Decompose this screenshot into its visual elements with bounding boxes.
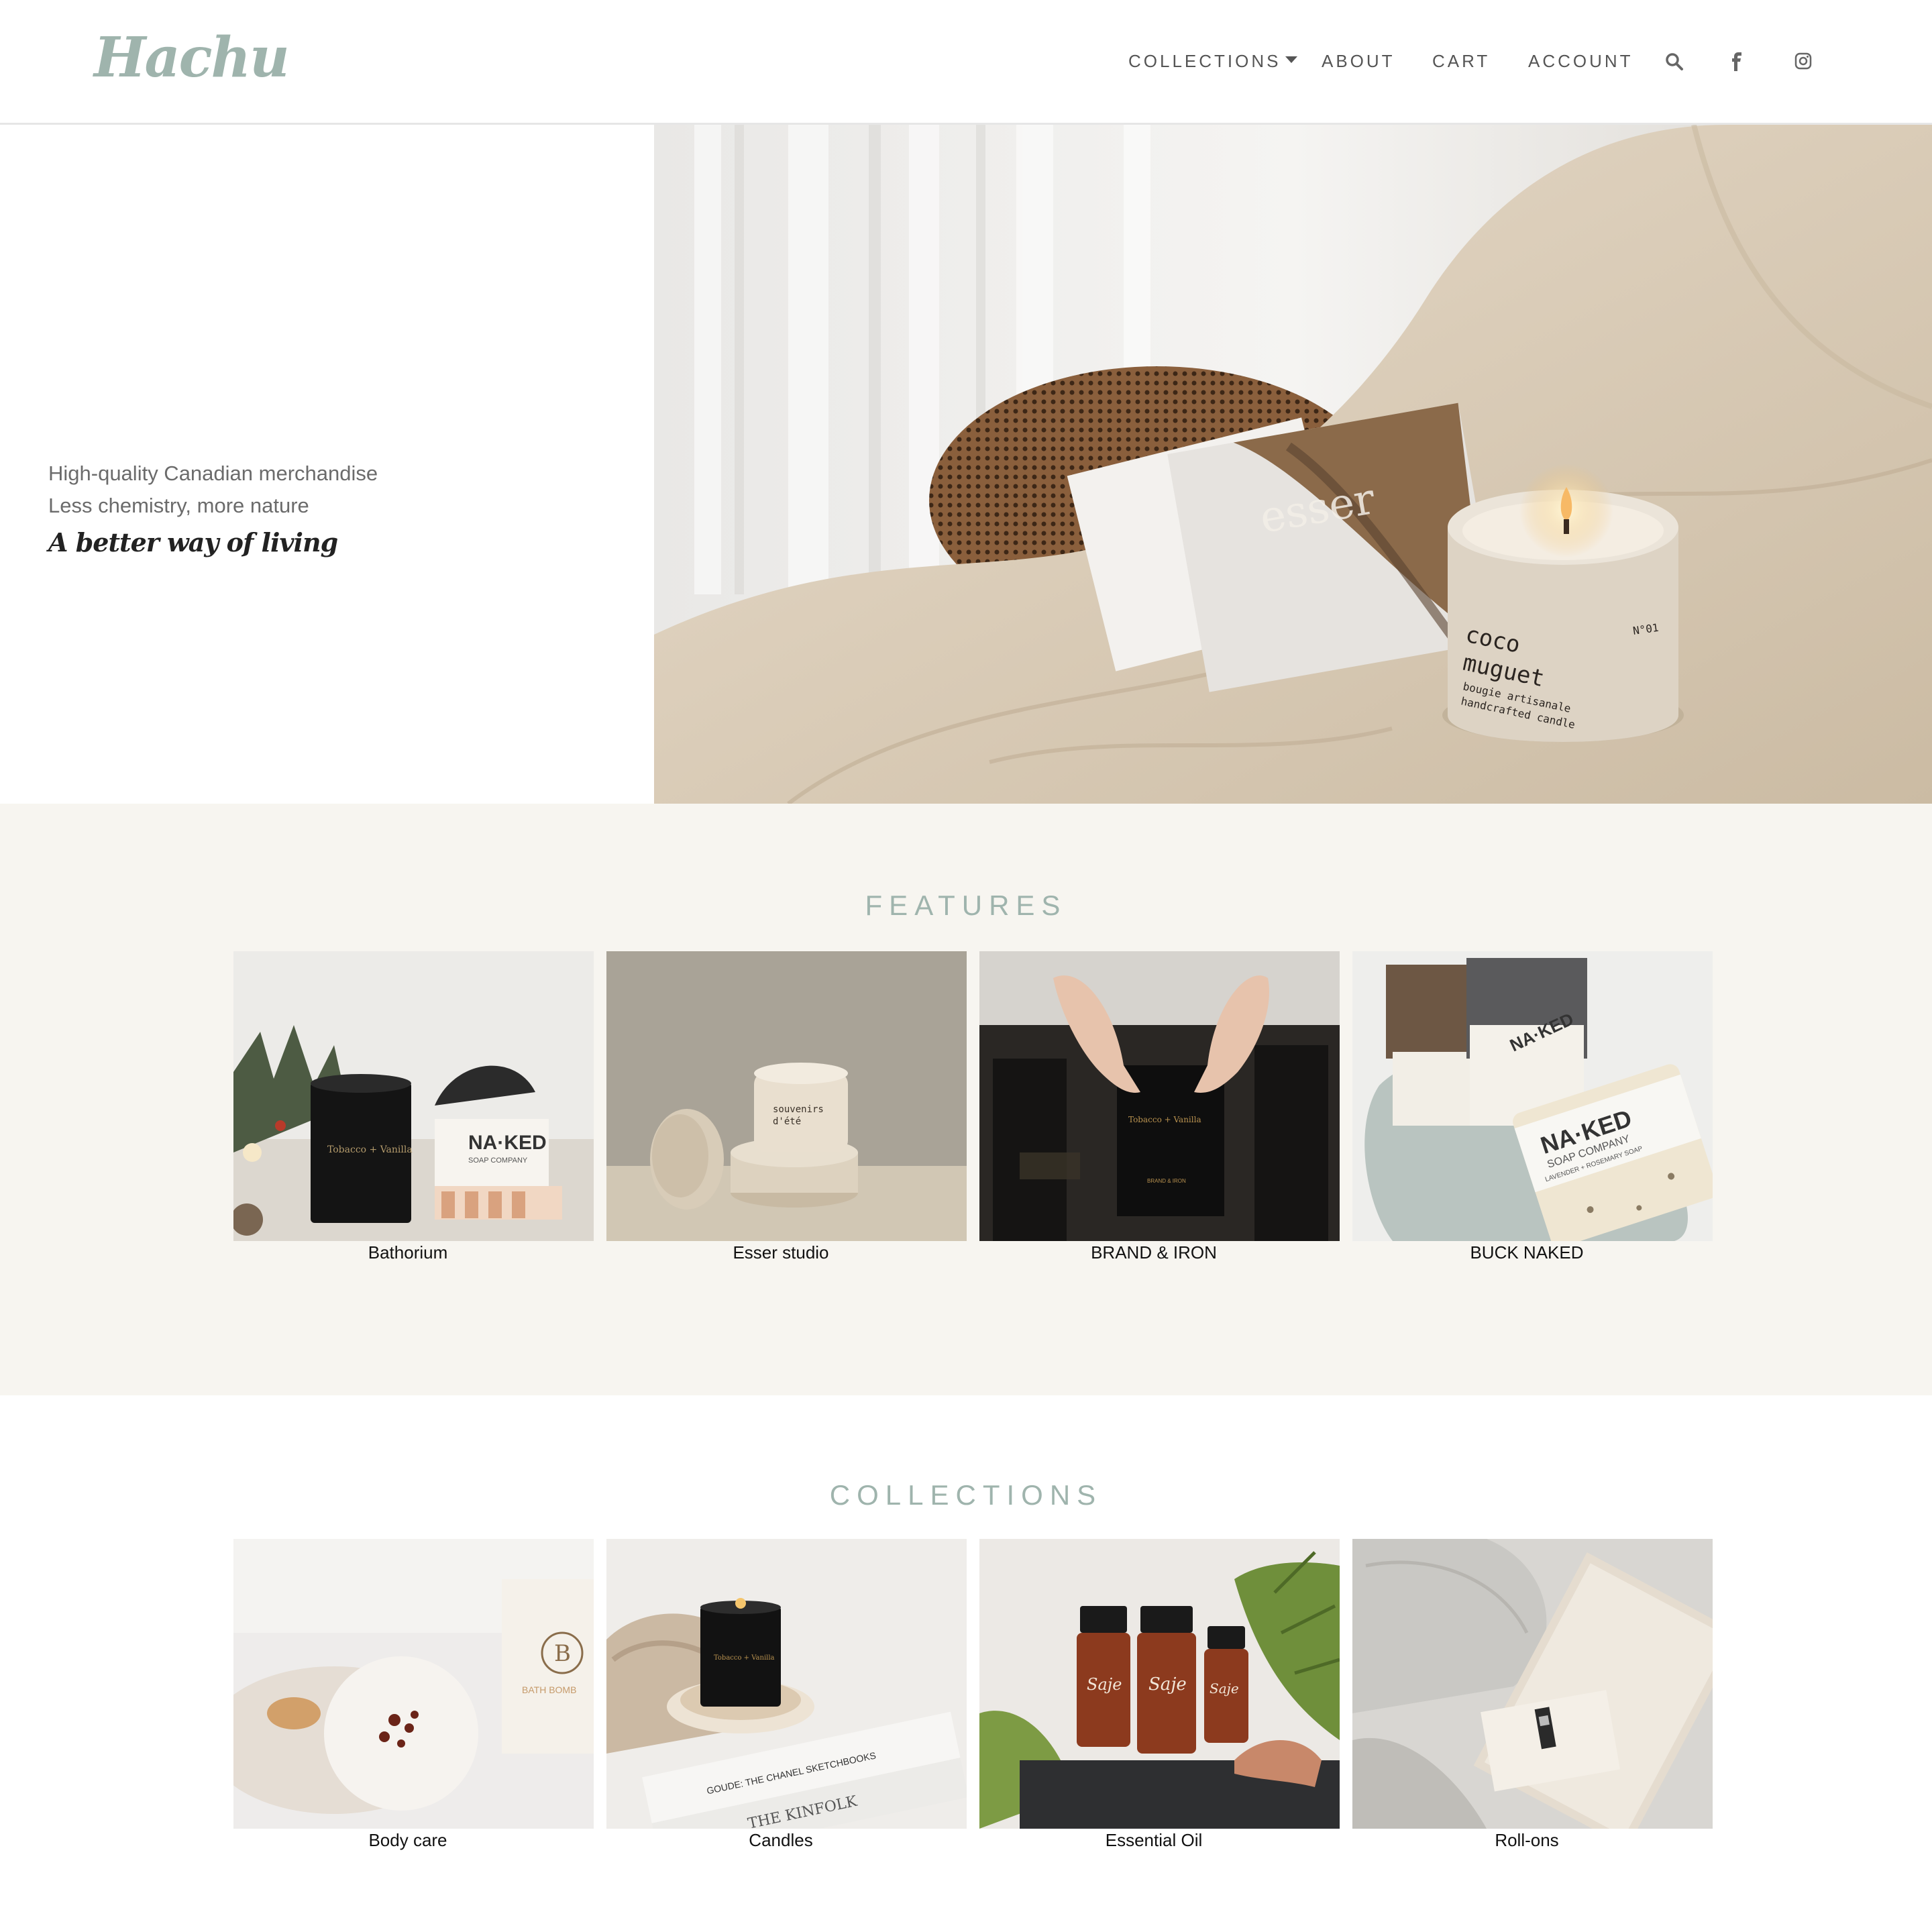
svg-text:Tobacco + Vanilla: Tobacco + Vanilla [1128,1115,1201,1124]
collection-image-candles: Tobacco + Vanilla GOUDE: THE CHANEL SKET… [606,1539,967,1829]
feature-card-esser-studio[interactable]: souvenirs d'été Esser studio [606,951,967,1263]
svg-text:BATH BOMB: BATH BOMB [522,1684,576,1695]
hero-text-panel: A better way of living High-quality Cana… [0,125,654,804]
search-icon[interactable] [1665,52,1684,71]
instagram-icon[interactable] [1794,52,1812,70]
feature-card-bathorium[interactable]: Tobacco + Vanilla NA·KED SOAP COMPANY Ba… [233,951,594,1263]
svg-text:B: B [554,1640,571,1667]
feature-label: Esser studio [733,1242,829,1263]
hero-candle-illustration: esser coco muguet bougie artisanale hand… [654,125,1932,804]
svg-text:Saje: Saje [1210,1680,1239,1697]
feature-image-esser-studio: souvenirs d'été [606,951,967,1241]
svg-text:NA·KED: NA·KED [468,1132,547,1154]
svg-text:Saje: Saje [1087,1675,1122,1694]
collection-image-roll-ons [1352,1539,1713,1829]
nav-collections-label: COLLECTIONS [1128,51,1281,71]
hero-line-2: Less chemistry, more nature [48,494,309,517]
collection-card-essential-oil[interactable]: Saje Saje Saje Essential Oil [979,1539,1340,1851]
features-title: FEATURES [865,890,1067,921]
collection-card-roll-ons[interactable]: Roll-ons [1352,1539,1713,1851]
feature-label: Bathorium [368,1242,448,1263]
hero-image: esser coco muguet bougie artisanale hand… [654,125,1932,804]
collection-label: Essential Oil [1105,1830,1203,1850]
collections-title: COLLECTIONS [829,1479,1103,1511]
svg-text:d'été: d'été [773,1116,801,1127]
svg-text:Tobacco + Vanilla: Tobacco + Vanilla [327,1144,413,1155]
collection-image-body-care: B BATH BOMB [233,1539,594,1829]
nav-cart[interactable]: CART [1432,51,1490,72]
svg-text:Saje: Saje [1148,1674,1187,1695]
collection-card-body-care[interactable]: B BATH BOMB Body care [233,1539,594,1851]
collection-image-essential-oil: Saje Saje Saje [979,1539,1340,1829]
hero-line-1: High-quality Canadian merchandise [48,462,378,485]
feature-image-buck-naked: NA·KED NA·KED SOAP COMPANY LAVENDER + RO… [1352,951,1713,1241]
feature-label: BRAND & IRON [1091,1242,1217,1263]
feature-card-brand-and-iron[interactable]: Tobacco + Vanilla BRAND & IRON BRAND & I… [979,951,1340,1263]
site-header: Hachu COLLECTIONS ABOUT CART ACCOUNT [0,0,1932,125]
nav-about[interactable]: ABOUT [1322,51,1395,72]
features-section: FEATURES Tobacco + Vanilla NA·KED SOAP C… [0,804,1932,1395]
svg-text:souvenirs: souvenirs [773,1104,824,1115]
collection-label: Candles [749,1830,813,1850]
collection-card-candles[interactable]: Tobacco + Vanilla GOUDE: THE CHANEL SKET… [606,1539,967,1851]
collection-label: Roll-ons [1495,1830,1559,1850]
hero-tagline: A better way of living [48,527,338,557]
svg-text:Tobacco + Vanilla: Tobacco + Vanilla [714,1654,775,1662]
collection-label: Body care [368,1830,447,1850]
svg-text:BRAND & IRON: BRAND & IRON [1147,1178,1186,1184]
facebook-icon[interactable] [1731,52,1743,71]
feature-image-brand-and-iron: Tobacco + Vanilla BRAND & IRON [979,951,1340,1241]
nav-account[interactable]: ACCOUNT [1528,51,1633,72]
feature-label: BUCK NAKED [1470,1242,1584,1263]
feature-image-bathorium: Tobacco + Vanilla NA·KED SOAP COMPANY [233,951,594,1241]
chevron-down-icon [1285,56,1297,63]
feature-card-buck-naked[interactable]: NA·KED NA·KED SOAP COMPANY LAVENDER + RO… [1352,951,1713,1263]
nav-collections[interactable]: COLLECTIONS [1128,51,1297,72]
svg-text:SOAP COMPANY: SOAP COMPANY [468,1157,528,1165]
site-logo[interactable]: Hachu [94,25,290,90]
